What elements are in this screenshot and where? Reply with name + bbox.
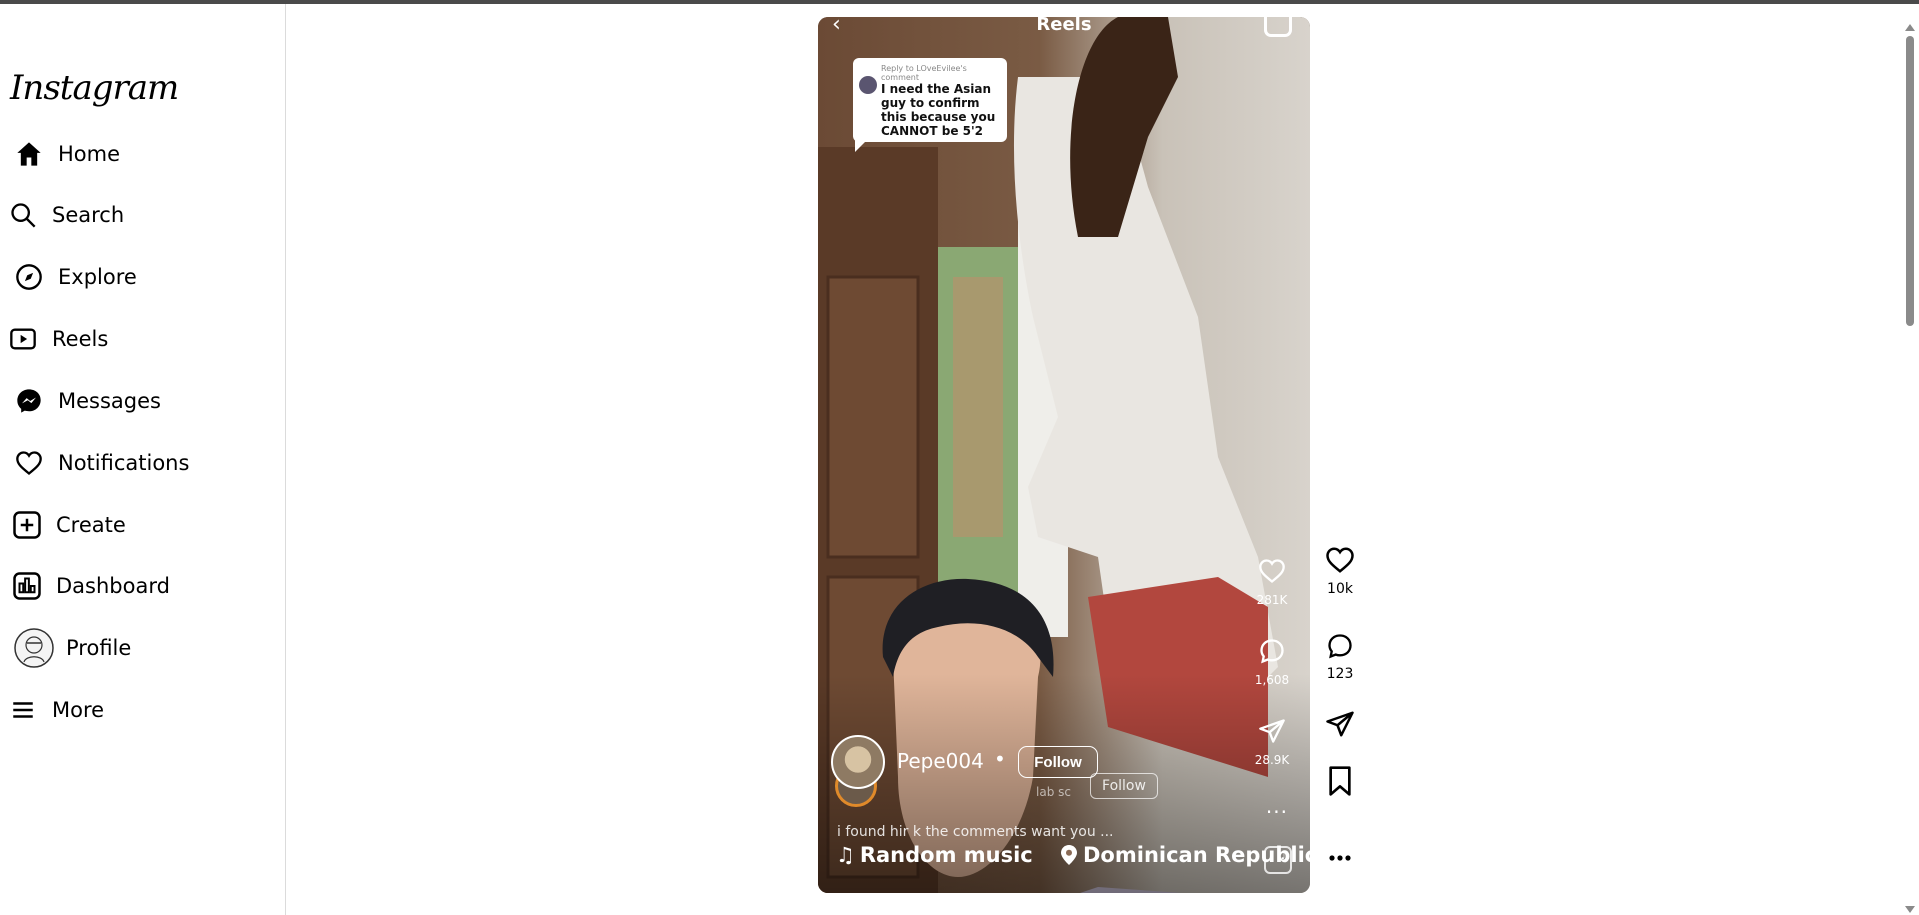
comment-count: 123	[1326, 666, 1354, 682]
sidebar-item-create[interactable]: Create	[10, 503, 126, 547]
sidebar-item-label: Create	[56, 513, 126, 537]
messenger-icon	[12, 384, 46, 418]
window-top-border	[0, 0, 1919, 4]
reply-comment-sticker: Reply to LOveEvilee's comment I need the…	[853, 58, 1007, 152]
more-dots-icon	[1329, 855, 1351, 861]
scroll-down-arrow-icon[interactable]	[1905, 906, 1915, 913]
hamburger-icon	[6, 693, 40, 727]
avatar-icon	[14, 628, 54, 668]
reel-caption[interactable]: i found hir k the comments want you ...	[837, 824, 1114, 840]
dashboard-icon	[10, 569, 44, 603]
embedded-more-icon: ···	[1265, 800, 1288, 824]
comment-icon	[1328, 634, 1352, 659]
embedded-username-ghost: lab sc	[1036, 785, 1071, 799]
sidebar-item-label: Dashboard	[56, 574, 170, 598]
sidebar: Instagram Home Search Explore Reels Mess…	[0, 4, 286, 915]
sidebar-item-messages[interactable]: Messages	[12, 379, 161, 423]
music-label: Random music	[859, 843, 1033, 867]
comment-button[interactable]: 123	[1324, 632, 1356, 682]
heart-icon	[1259, 559, 1285, 583]
reel-header-title: Reels	[1036, 17, 1092, 35]
send-icon	[1259, 719, 1285, 743]
like-button[interactable]: 10k	[1324, 545, 1356, 597]
bookmark-icon	[1329, 766, 1351, 796]
comment-icon	[1260, 639, 1284, 664]
sidebar-item-label: Profile	[66, 636, 132, 660]
sidebar-item-label: More	[52, 698, 105, 722]
sidebar-item-home[interactable]: Home	[12, 132, 120, 176]
embedded-like-stat: 281K	[1248, 557, 1296, 607]
reels-icon	[6, 322, 40, 356]
save-button[interactable]	[1324, 765, 1356, 801]
music-link[interactable]: ♫ Random music	[836, 843, 1033, 867]
send-icon	[1326, 711, 1354, 737]
reel-video[interactable]: ‹ Reels Reply to LOveEvilee's comment I …	[818, 17, 1310, 893]
sidebar-item-explore[interactable]: Explore	[12, 255, 137, 299]
separator-dot: •	[994, 747, 1006, 771]
page-scrollbar[interactable]	[1901, 4, 1919, 915]
reel-username[interactable]: Pepe004	[897, 749, 984, 773]
heart-icon	[12, 446, 46, 480]
more-options-button[interactable]	[1324, 848, 1356, 872]
heart-icon	[1326, 547, 1354, 573]
like-count: 10k	[1327, 581, 1353, 597]
plus-square-icon	[10, 508, 44, 542]
share-button[interactable]	[1324, 709, 1356, 743]
home-icon	[12, 137, 46, 171]
sidebar-item-label: Explore	[58, 265, 137, 289]
sidebar-item-dashboard[interactable]: Dashboard	[10, 564, 170, 608]
reply-to-label: Reply to LOveEvilee's comment	[881, 64, 967, 82]
embedded-share-stat: 28.9K	[1248, 717, 1296, 767]
instagram-logo[interactable]: Instagram	[10, 68, 179, 108]
compass-icon	[12, 260, 46, 294]
sidebar-item-reels[interactable]: Reels	[6, 317, 108, 361]
embedded-comment-stat: 1,608	[1248, 637, 1296, 687]
user-avatar[interactable]	[831, 735, 885, 789]
sidebar-item-label: Messages	[58, 389, 161, 413]
follow-button[interactable]: Follow	[1018, 746, 1098, 778]
sidebar-item-label: Home	[58, 142, 121, 166]
audio-thumbnail-icon[interactable]: ♫	[1264, 846, 1292, 874]
camera-icon[interactable]	[1264, 17, 1292, 37]
embedded-comment-count: 1,608	[1254, 673, 1290, 687]
sidebar-item-profile[interactable]: Profile	[14, 626, 131, 670]
scrollbar-thumb[interactable]	[1906, 36, 1914, 326]
sidebar-item-more[interactable]: More	[6, 688, 104, 732]
embedded-like-count: 281K	[1256, 593, 1288, 607]
embedded-follow-ghost: Follow	[1090, 773, 1158, 799]
music-note-icon: ♫	[836, 843, 855, 867]
reply-comment-text: I need the Asian guy to confirm this bec…	[881, 82, 996, 138]
location-pin-icon	[1061, 845, 1077, 865]
sidebar-item-notifications[interactable]: Notifications	[12, 441, 189, 485]
sidebar-item-label: Search	[52, 203, 125, 227]
search-icon	[6, 198, 40, 232]
sidebar-item-label: Reels	[52, 327, 109, 351]
scroll-up-arrow-icon[interactable]	[1905, 24, 1915, 31]
sidebar-item-label: Notifications	[58, 451, 190, 475]
sidebar-item-search[interactable]: Search	[6, 193, 124, 237]
embedded-share-count: 28.9K	[1254, 753, 1290, 767]
commenter-avatar	[859, 76, 877, 94]
